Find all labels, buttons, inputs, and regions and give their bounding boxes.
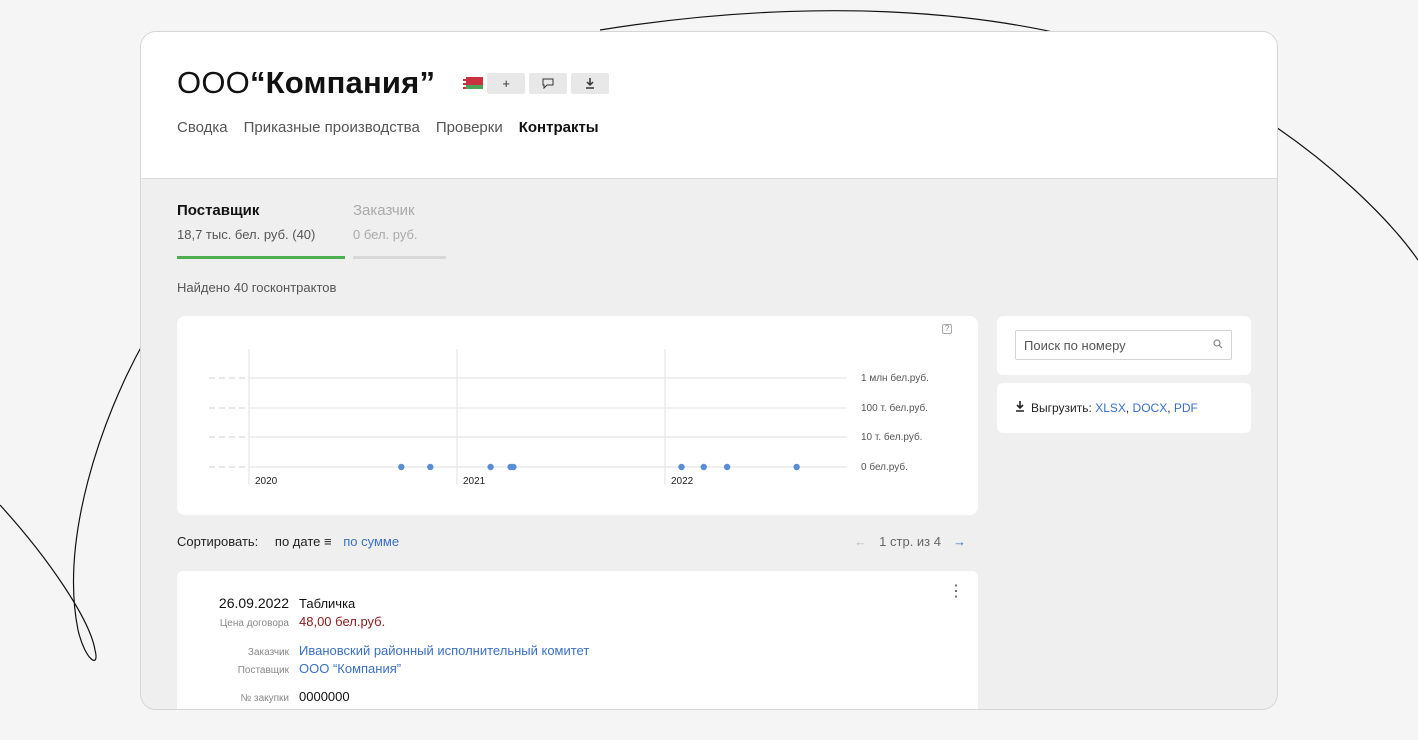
role-tabs: Поставщик 18,7 тыс. бел. руб. (40) Заказ… (177, 202, 446, 259)
sort-by-date[interactable]: по дате ≡ (275, 534, 332, 549)
data-point (427, 463, 434, 471)
sort-by-sum[interactable]: по сумме (343, 534, 399, 549)
contract-price: 48,00 бел.руб. (299, 614, 386, 629)
download-icon (586, 77, 595, 89)
contract-price-row: Цена договора 48,00 бел.руб. (177, 614, 385, 629)
sort-bar: Сортировать: по дате ≡ по сумме ← 1 стр.… (177, 534, 978, 549)
title-prefix: ООО (177, 65, 250, 100)
data-point (678, 463, 685, 471)
contract-purchase-label: № закупки (240, 693, 289, 704)
comment-button[interactable] (529, 72, 568, 94)
title-name: “Компания” (249, 65, 436, 100)
download-button[interactable] (571, 72, 610, 94)
contracts-chart: 1 млн бел.руб. 100 т. бел.руб. 10 т. бел.р… (177, 316, 978, 515)
sort-by-date-label: по дате (274, 534, 321, 549)
export-pdf-link[interactable]: PDF (1174, 401, 1198, 415)
search-box (1015, 330, 1232, 360)
y-tick-label: 0 бел.руб. (861, 461, 908, 473)
x-tick-label: 2021 (463, 476, 486, 487)
contract-supplier-link[interactable]: ООО “Компания” (299, 661, 401, 676)
search-panel (997, 316, 1251, 375)
data-point (793, 463, 800, 471)
export-panel: Выгрузить: XLSX, DOCX, PDF (997, 383, 1251, 433)
data-point (700, 463, 707, 471)
export-label: Выгрузить: (1031, 401, 1092, 415)
y-tick-label: 10 т. бел.руб. (861, 431, 922, 443)
tab-customer-sum: 0 бел. руб. (353, 227, 418, 242)
section-nav: Сводка Приказные производства Проверки К… (177, 119, 599, 136)
x-tick-label: 2022 (671, 476, 694, 487)
more-options-icon[interactable]: ⋮ (948, 581, 964, 601)
contract-price-label: Цена договора (219, 618, 289, 629)
y-tick-label: 100 т. бел.руб. (861, 402, 928, 414)
contract-customer-row: Заказчик Ивановский районный исполнитель… (177, 643, 589, 658)
contract-purchase-number: 0000000 (299, 689, 350, 704)
tab-supplier-sum: 18,7 тыс. бел. руб. (40) (177, 227, 316, 242)
contract-supplier-label: Поставщик (237, 665, 289, 676)
contract-purchase-row: № закупки 0000000 (177, 689, 350, 704)
data-point (487, 463, 494, 471)
found-count: Найдено 40 госконтрактов (177, 280, 337, 295)
tab-contracts[interactable]: Контракты (519, 119, 599, 136)
prev-page-icon[interactable]: ← (854, 534, 867, 549)
next-page-icon[interactable]: → (953, 534, 966, 549)
chart-svg: 1 млн бел.руб. 100 т. бел.руб. 10 т. бел.р… (209, 349, 929, 487)
export-docx-link[interactable]: DOCX (1133, 401, 1168, 415)
help-icon[interactable]: ? (942, 324, 952, 334)
tab-court-orders[interactable]: Приказные производства (244, 119, 420, 136)
tab-supplier-label: Поставщик (177, 202, 260, 219)
contract-date: 26.09.2022 (218, 595, 289, 611)
plus-icon: + (502, 75, 510, 91)
data-point (398, 463, 405, 471)
data-point (723, 463, 731, 471)
tab-customer[interactable]: Заказчик 0 бел. руб. (353, 202, 446, 259)
contract-card[interactable]: ⋮ 26.09.2022 Табличка Цена договора 48,0… (177, 571, 978, 709)
title-row: ООО“Компания” + (177, 65, 610, 101)
comment-icon (542, 78, 554, 89)
contract-title: Табличка (299, 596, 356, 611)
export-icon (1015, 401, 1025, 415)
company-title: ООО“Компания” (177, 65, 435, 101)
export-xlsx-link[interactable]: XLSX (1095, 401, 1126, 415)
tab-customer-label: Заказчик (353, 202, 415, 219)
page-indicator: 1 стр. из 4 (879, 534, 941, 549)
search-input[interactable] (1024, 337, 1213, 353)
sort-label: Сортировать: (177, 534, 259, 549)
contract-title-row: 26.09.2022 Табличка (177, 595, 355, 611)
belarus-flag-icon (463, 77, 484, 89)
add-button[interactable]: + (487, 72, 526, 94)
sort-desc-icon: ≡ (324, 534, 332, 549)
search-icon[interactable] (1213, 338, 1223, 352)
contract-customer-link[interactable]: Ивановский районный исполнительный комит… (299, 643, 589, 658)
contract-customer-label: Заказчик (247, 647, 289, 658)
y-tick-label: 1 млн бел.руб. (861, 372, 929, 384)
x-tick-label: 2020 (255, 476, 278, 487)
tab-supplier[interactable]: Поставщик 18,7 тыс. бел. руб. (40) (177, 202, 345, 259)
tab-summary[interactable]: Сводка (177, 119, 228, 136)
pagination: ← 1 стр. из 4 → (854, 534, 966, 549)
contract-supplier-row: Поставщик ООО “Компания” (177, 661, 401, 676)
data-point (510, 463, 517, 471)
company-card: ООО“Компания” + Сводка Приказные произво… (140, 31, 1278, 710)
company-header: ООО“Компания” + Сводка Приказные произво… (141, 32, 1277, 179)
tab-inspections[interactable]: Проверки (436, 119, 503, 136)
